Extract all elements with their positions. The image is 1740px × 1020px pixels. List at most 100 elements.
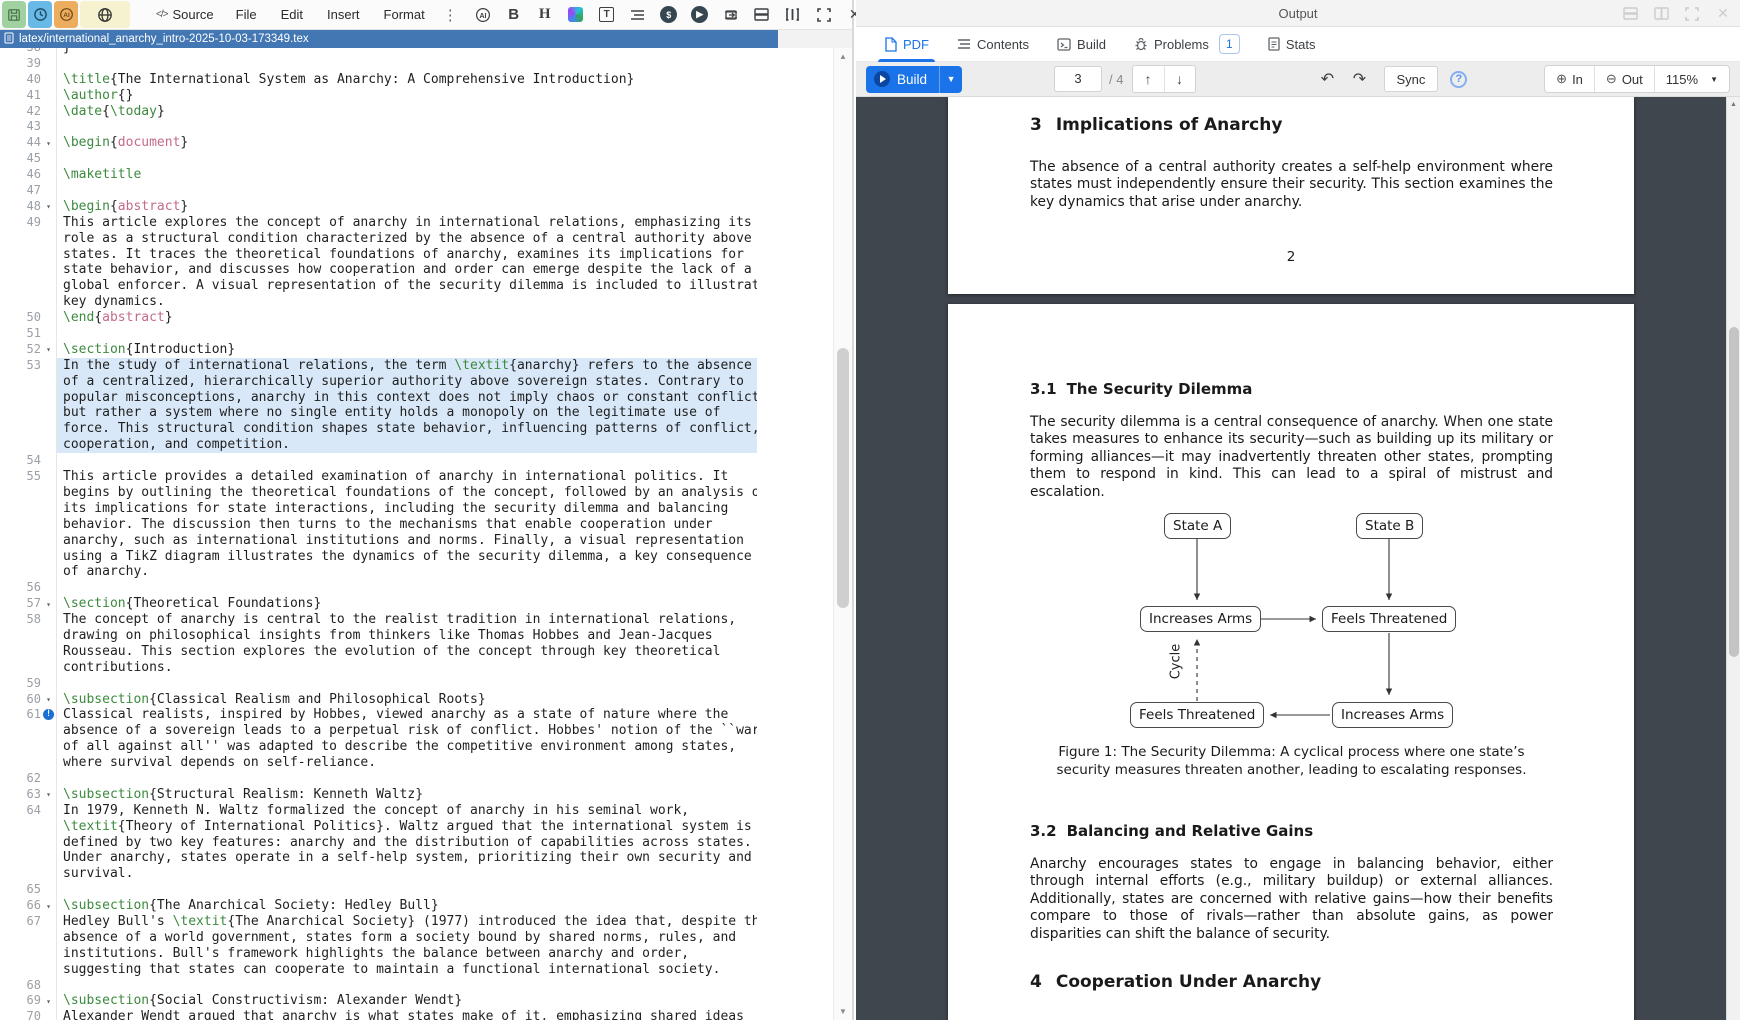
code-text[interactable]: The concept of anarchy is central to the… xyxy=(57,612,757,628)
code-line-row[interactable]: 51 xyxy=(0,326,833,342)
code-line-row[interactable]: 59 xyxy=(0,676,833,692)
heading-icon[interactable]: H xyxy=(536,6,554,24)
menu-insert[interactable]: Insert xyxy=(315,7,372,22)
code-line-row[interactable]: 54 xyxy=(0,453,833,469)
code-line-row[interactable]: of a centralized, hierarchically superio… xyxy=(0,374,833,390)
code-text[interactable]: state behavior, and discusses how cooper… xyxy=(57,262,757,278)
code-text[interactable]: absence of a sovereign leads to a perpet… xyxy=(57,723,757,739)
code-line-row[interactable]: defined by two key features: anarchy and… xyxy=(0,835,833,851)
pdf-viewport[interactable]: 3Implications of Anarchy The absence of … xyxy=(856,97,1740,1020)
fold-arrow-icon[interactable]: ▾ xyxy=(46,345,51,354)
code-text[interactable]: In the study of international relations,… xyxy=(57,358,757,374)
tab-build[interactable]: Build xyxy=(1043,27,1120,62)
sync-button[interactable]: Sync xyxy=(1384,66,1439,92)
code-line-row[interactable]: 39 xyxy=(0,56,833,72)
fold-arrow-icon[interactable]: ▾ xyxy=(46,695,51,704)
code-editor[interactable]: 38}3940\title{The International System a… xyxy=(0,48,833,1020)
menu-file[interactable]: File xyxy=(224,7,269,22)
code-line-row[interactable]: 40\title{The International System as Ana… xyxy=(0,72,833,88)
code-line-row[interactable]: 63▾\subsection{Structural Realism: Kenne… xyxy=(0,787,833,803)
code-line-row[interactable]: 53In the study of international relation… xyxy=(0,358,833,374)
code-text[interactable] xyxy=(57,882,757,898)
code-text[interactable] xyxy=(57,771,757,787)
undo-icon[interactable]: ↶ xyxy=(1314,66,1342,92)
code-text[interactable]: This article provides a detailed examina… xyxy=(57,469,757,485)
code-line-row[interactable]: its implications for state interactions,… xyxy=(0,501,833,517)
editor-scroll-thumb[interactable] xyxy=(837,348,849,608)
code-text[interactable]: Under anarchy, states operate in a self-… xyxy=(57,850,757,866)
code-line-row[interactable]: key dynamics. xyxy=(0,294,833,310)
code-text[interactable]: anarchy, such as international instituti… xyxy=(57,533,757,549)
code-line-row[interactable]: 48▾\begin{abstract} xyxy=(0,199,833,215)
code-text[interactable]: \subsection{The Anarchical Society: Hedl… xyxy=(57,898,757,914)
code-line-row[interactable]: popular misconceptions, anarchy in this … xyxy=(0,390,833,406)
code-text[interactable]: global enforcer. A visual representation… xyxy=(57,278,757,294)
split-vertical-icon[interactable] xyxy=(784,6,802,24)
code-line-row[interactable]: 55This article provides a detailed exami… xyxy=(0,469,833,485)
code-line-row[interactable]: survival. xyxy=(0,866,833,882)
code-text[interactable]: using a TikZ diagram illustrates the dyn… xyxy=(57,549,757,565)
code-line-row[interactable]: Under anarchy, states operate in a self-… xyxy=(0,850,833,866)
code-text[interactable]: behavior. The discussion then turns to t… xyxy=(57,517,757,533)
code-text[interactable]: begins by outlining the theoretical foun… xyxy=(57,485,757,501)
code-line-row[interactable]: 41\author{} xyxy=(0,88,833,104)
ai-assist-icon[interactable]: AI xyxy=(474,6,492,24)
pdf-scroll-thumb[interactable] xyxy=(1729,327,1739,657)
fullscreen-icon[interactable] xyxy=(1683,5,1701,23)
code-line-row[interactable]: \textit{Theory of International Politics… xyxy=(0,819,833,835)
tab-problems[interactable]: Problems 1 xyxy=(1120,27,1254,62)
menu-format[interactable]: Format xyxy=(372,7,437,22)
insert-image-icon[interactable] xyxy=(567,6,585,24)
pdf-scrollbar[interactable]: ▲ xyxy=(1726,97,1740,1020)
history-button[interactable] xyxy=(28,1,52,28)
code-line-row[interactable]: 43 xyxy=(0,119,833,135)
code-text[interactable]: Classical realists, inspired by Hobbes, … xyxy=(57,707,757,723)
sync-help-icon[interactable]: ? xyxy=(1450,71,1467,88)
code-text[interactable]: drawing on philosophical insights from t… xyxy=(57,628,757,644)
code-line-row[interactable]: 70Alexander Wendt argued that anarchy is… xyxy=(0,1009,833,1020)
code-text[interactable]: its implications for state interactions,… xyxy=(57,501,757,517)
code-text[interactable]: survival. xyxy=(57,866,757,882)
web-preview-button[interactable] xyxy=(80,1,130,28)
code-line-row[interactable]: but rather a system where no single enti… xyxy=(0,405,833,421)
bold-icon[interactable]: B xyxy=(505,6,523,24)
code-text[interactable]: \date{\today} xyxy=(57,104,757,120)
code-line-row[interactable]: 64In 1979, Kenneth N. Waltz formalized t… xyxy=(0,803,833,819)
code-text[interactable]: suggesting that states can cooperate to … xyxy=(57,962,757,978)
scroll-down-icon[interactable]: ▼ xyxy=(834,1007,852,1016)
code-text[interactable]: institutions. Bull's framework highlight… xyxy=(57,946,757,962)
code-text[interactable] xyxy=(57,119,757,135)
split-horizontal-icon[interactable] xyxy=(1621,5,1639,23)
code-text[interactable]: where survival depends on self-reliance. xyxy=(57,755,757,771)
code-line-row[interactable]: suggesting that states can cooperate to … xyxy=(0,962,833,978)
code-text[interactable]: of anarchy. xyxy=(57,564,757,580)
code-line-row[interactable]: absence of a world government, states fo… xyxy=(0,930,833,946)
fold-arrow-icon[interactable]: ▾ xyxy=(46,902,51,911)
code-text[interactable]: \textit{Theory of International Politics… xyxy=(57,819,757,835)
code-text[interactable]: absence of a world government, states fo… xyxy=(57,930,757,946)
previous-page-button[interactable]: ↑ xyxy=(1133,66,1164,92)
code-line-row[interactable]: 60▾\subsection{Classical Realism and Phi… xyxy=(0,692,833,708)
code-line-row[interactable]: drawing on philosophical insights from t… xyxy=(0,628,833,644)
code-text[interactable]: cooperation, and competition. xyxy=(57,437,757,453)
build-options-dropdown[interactable]: ▼ xyxy=(939,66,962,93)
code-text[interactable] xyxy=(57,151,757,167)
code-text[interactable]: key dynamics. xyxy=(57,294,757,310)
menu-edit[interactable]: Edit xyxy=(269,7,315,22)
editor-scrollbar[interactable]: ▲ ▼ xyxy=(833,48,852,1020)
code-line-row[interactable]: state behavior, and discusses how cooper… xyxy=(0,262,833,278)
save-button[interactable] xyxy=(2,1,26,28)
code-text[interactable]: role as a structural condition character… xyxy=(57,231,757,247)
code-text[interactable]: In 1979, Kenneth N. Waltz formalized the… xyxy=(57,803,757,819)
zoom-out-button[interactable]: ⊖ Out xyxy=(1594,66,1654,92)
code-text[interactable]: \author{} xyxy=(57,88,757,104)
code-line-row[interactable]: 50\end{abstract} xyxy=(0,310,833,326)
code-line-row[interactable]: states. It traces the theoretical founda… xyxy=(0,247,833,263)
fold-arrow-icon[interactable]: ▾ xyxy=(46,202,51,211)
code-text[interactable]: of a centralized, hierarchically superio… xyxy=(57,374,757,390)
code-text[interactable]: This article explores the concept of ana… xyxy=(57,215,757,231)
code-text[interactable]: } xyxy=(57,48,757,56)
code-text[interactable]: \begin{abstract} xyxy=(57,199,757,215)
code-line-row[interactable]: of all against all'' was adapted to desc… xyxy=(0,739,833,755)
code-text[interactable]: but rather a system where no single enti… xyxy=(57,405,757,421)
